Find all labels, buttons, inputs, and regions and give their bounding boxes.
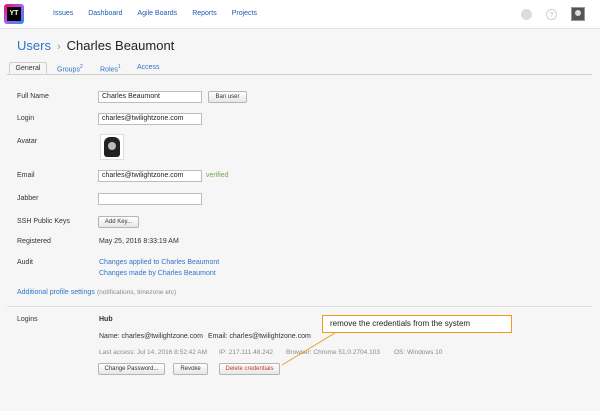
email-verified-badge: verified [206,172,229,179]
tab-roles[interactable]: Roles1 [100,62,121,73]
audit-changes-made-link[interactable]: Changes made by Charles Beaumont [99,270,216,277]
breadcrumb: Users › Charles Beaumont [17,38,174,53]
logins-label: Logins [17,316,38,323]
registered-label: Registered [17,238,51,245]
jabber-label: Jabber [17,195,39,202]
youtrack-logo[interactable]: YT [4,4,24,24]
last-access-text: Last access: Jul 14, 2016 8:52:42 AM [99,349,208,356]
tab-groups[interactable]: Groups2 [57,62,83,73]
tab-general[interactable]: General [9,62,47,74]
audit-changes-applied-link[interactable]: Changes applied to Charles Beaumont [99,259,219,266]
settings-gear-icon[interactable] [521,9,532,20]
login-email-text: Email: charles@twilightzone.com [208,333,311,340]
revoke-button[interactable]: Revoke [173,363,208,375]
nav-dashboard[interactable]: Dashboard [88,10,122,17]
login-name-text: Name: charles@twilightzone.com [99,333,203,340]
avatar-label: Avatar [17,138,38,145]
tab-roles-label: Roles [100,66,118,74]
ip-text: IP: 217.111.48.242 [219,349,273,356]
browser-text: Browser: Chrome 51.0.2704.103 [286,349,380,356]
jabber-input[interactable] [98,193,202,205]
full-name-label: Full Name [17,93,49,100]
os-text: OS: Windows 10 [394,349,443,356]
login-label: Login [17,115,35,122]
add-key-button[interactable]: Add Key... [98,216,139,228]
email-label: Email [17,172,35,179]
full-name-input[interactable]: Charles Beaumont [98,91,202,103]
avatar-image[interactable] [100,134,124,160]
login-input[interactable]: charles@twilightzone.com [98,113,202,125]
nav-projects[interactable]: Projects [232,10,257,17]
login-service-name: Hub [99,316,113,323]
tab-roles-count: 1 [117,64,121,70]
tab-access[interactable]: Access [137,62,160,73]
tab-bar: General Groups2 Roles1 Access [7,62,592,75]
nav-reports[interactable]: Reports [192,10,217,17]
additional-profile-settings-link[interactable]: Additional profile settings [17,289,95,296]
section-divider [7,306,592,307]
tab-access-label: Access [137,64,160,71]
tab-groups-count: 2 [79,64,83,70]
logo-text: YT [7,7,21,21]
user-avatar-icon[interactable] [571,7,585,21]
nav-issues[interactable]: Issues [53,10,73,17]
email-input[interactable]: charles@twilightzone.com [98,170,202,182]
tab-groups-label: Groups [57,66,80,74]
callout-annotation: remove the credentials from the system [322,315,512,333]
page-title: Charles Beaumont [66,38,175,53]
main-nav: Issues Dashboard Agile Boards Reports Pr… [53,10,257,17]
breadcrumb-users-link[interactable]: Users [17,38,51,53]
ban-user-button[interactable]: Ban user [208,91,247,103]
delete-credentials-button[interactable]: Delete credentials [219,363,280,375]
avatar-face-icon [104,137,120,157]
registered-value: May 25, 2016 8:33:19 AM [99,238,179,245]
ssh-keys-label: SSH Public Keys [17,218,70,225]
tab-general-label: General [15,65,41,72]
audit-label: Audit [17,259,33,266]
nav-agile-boards[interactable]: Agile Boards [137,10,177,17]
help-icon[interactable]: ? [546,9,557,20]
top-navigation-bar: YT Issues Dashboard Agile Boards Reports… [0,0,600,29]
change-password-button[interactable]: Change Password... [98,363,165,375]
breadcrumb-separator: › [56,41,61,53]
additional-settings-note: (notifications, timezone etc) [97,289,177,296]
